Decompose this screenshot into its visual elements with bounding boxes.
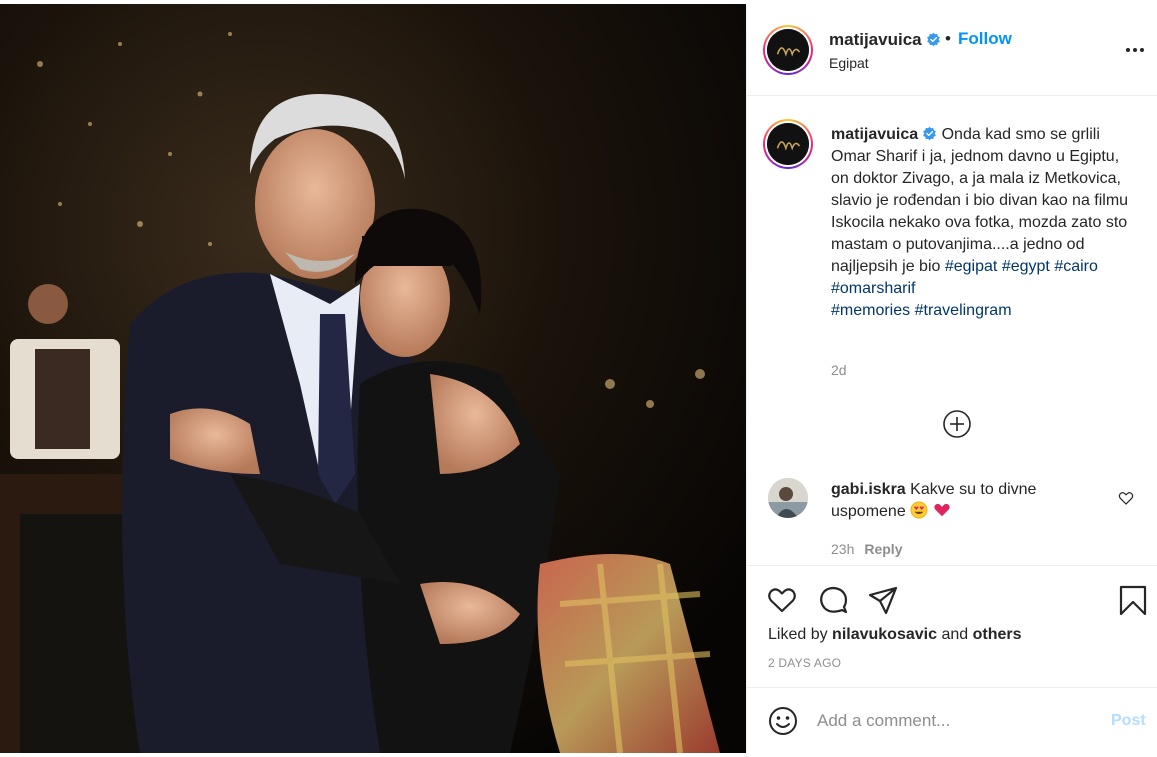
post-comment-button[interactable]: Post <box>1111 712 1146 730</box>
comment-meta: 23h Reply <box>831 541 902 557</box>
caption-timestamp[interactable]: 2d <box>831 362 847 378</box>
header-username-text[interactable]: matijavuica <box>829 30 922 49</box>
caption-text: Onda kad smo se grlili Omar Sharif i ja,… <box>831 126 1129 275</box>
commenter-photo <box>768 478 808 518</box>
add-comment-bar: Post <box>747 687 1157 753</box>
post-date[interactable]: 2 DAYS AGO <box>768 656 841 670</box>
heart-eyes-emoji <box>910 501 928 519</box>
hashtag-link[interactable]: #cairo <box>1054 258 1098 275</box>
more-options-icon[interactable] <box>1123 38 1147 62</box>
comment-username[interactable]: gabi.iskra <box>831 481 906 498</box>
emoji-icon[interactable] <box>767 705 799 737</box>
likes-conjunction: and <box>941 626 969 643</box>
caption-username[interactable]: matijavuica <box>831 126 918 143</box>
follow-button[interactable]: Follow <box>958 29 1012 49</box>
post-header: matijavuica • Follow Egipat <box>747 4 1157 96</box>
post-side-panel: matijavuica • Follow Egipat matijavuica <box>746 4 1157 753</box>
verified-badge-icon <box>923 126 937 141</box>
comment-icon[interactable] <box>817 584 849 616</box>
likes-prefix: Liked by <box>768 626 828 643</box>
liked-by-user[interactable]: nilavukosavic <box>832 626 937 643</box>
post-actions: Liked by nilavukosavic and others 2 DAYS… <box>747 565 1157 687</box>
comment-timestamp[interactable]: 23h <box>831 541 854 557</box>
post-photo[interactable] <box>0 4 746 753</box>
instagram-post-modal: matijavuica • Follow Egipat matijavuica <box>0 0 1157 757</box>
hashtag-link[interactable]: #egipat <box>945 258 998 275</box>
post-caption: matijavuica Onda kad smo se grlili Omar … <box>831 124 1141 322</box>
separator-dot: • <box>945 29 951 48</box>
hashtag-link[interactable]: #memories <box>831 302 910 319</box>
comment-input[interactable] <box>817 707 1097 735</box>
likes-summary: Liked by nilavukosavic and others <box>768 626 1022 644</box>
hashtag-link[interactable]: #travelingram <box>915 302 1012 319</box>
share-icon[interactable] <box>867 584 899 616</box>
red-heart-emoji <box>933 503 950 517</box>
avatar-logo <box>767 123 809 165</box>
header-username[interactable]: matijavuica <box>829 30 941 50</box>
post-location[interactable]: Egipat <box>829 55 869 71</box>
header-avatar[interactable] <box>763 25 813 75</box>
heart-icon[interactable] <box>766 584 798 616</box>
comment-like-heart-icon[interactable] <box>1118 490 1134 506</box>
hashtag-link[interactable]: #omarsharif <box>831 280 915 297</box>
load-more-icon[interactable] <box>942 409 972 439</box>
photo-image <box>0 4 746 753</box>
hashtag-link[interactable]: #egypt <box>1002 258 1050 275</box>
verified-badge-icon <box>926 32 940 47</box>
reply-button[interactable]: Reply <box>864 541 902 557</box>
caption-avatar[interactable] <box>763 119 813 169</box>
bookmark-icon[interactable] <box>1117 584 1149 616</box>
commenter-avatar[interactable] <box>768 478 808 518</box>
avatar-logo <box>767 29 809 71</box>
likes-others-link[interactable]: others <box>973 626 1022 643</box>
comment: gabi.iskra Kakve su to divne uspomene <box>831 479 1111 523</box>
